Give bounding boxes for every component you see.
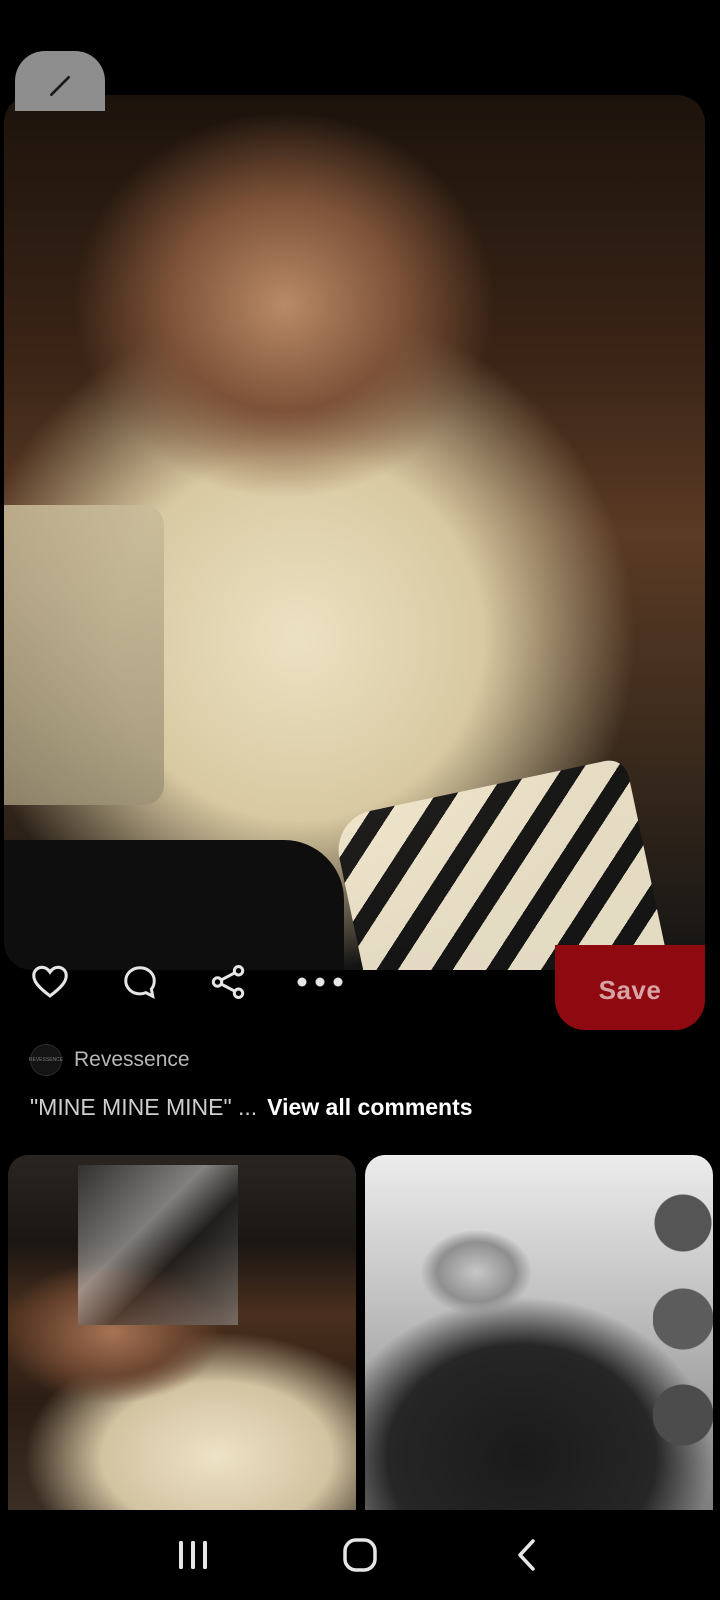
avatar-text: REVESSENCE <box>28 1057 64 1063</box>
related-pin-2[interactable] <box>365 1155 713 1510</box>
pin-image[interactable] <box>4 95 705 970</box>
back-icon[interactable] <box>497 1525 557 1585</box>
system-nav-bar <box>0 1510 720 1600</box>
author-name[interactable]: Revessence <box>74 1048 190 1072</box>
author-row[interactable]: REVESSENCE Revessence <box>28 1043 190 1077</box>
comment-preview-row: "MINE MINE MINE" ... View all comments <box>30 1094 473 1121</box>
recents-icon[interactable] <box>163 1525 223 1585</box>
avatar[interactable]: REVESSENCE <box>28 1044 64 1076</box>
lamp-shape <box>653 1175 713 1495</box>
pencil-icon <box>49 75 71 97</box>
pillow-shape <box>331 756 683 970</box>
comment-preview[interactable]: "MINE MINE MINE" ... <box>30 1094 257 1120</box>
share-icon[interactable] <box>208 962 248 1002</box>
edit-button[interactable] <box>15 51 105 111</box>
home-icon[interactable] <box>330 1525 390 1585</box>
save-button[interactable]: Save <box>555 945 705 1030</box>
sofa-shape <box>4 505 164 805</box>
related-pin-1[interactable] <box>8 1155 356 1510</box>
wall-art-shape <box>78 1165 238 1325</box>
comment-icon[interactable] <box>120 962 160 1002</box>
view-all-comments-link[interactable]: View all comments <box>267 1094 472 1120</box>
more-icon[interactable] <box>295 962 345 1002</box>
heart-icon[interactable] <box>30 962 70 1002</box>
save-label: Save <box>598 975 662 1005</box>
